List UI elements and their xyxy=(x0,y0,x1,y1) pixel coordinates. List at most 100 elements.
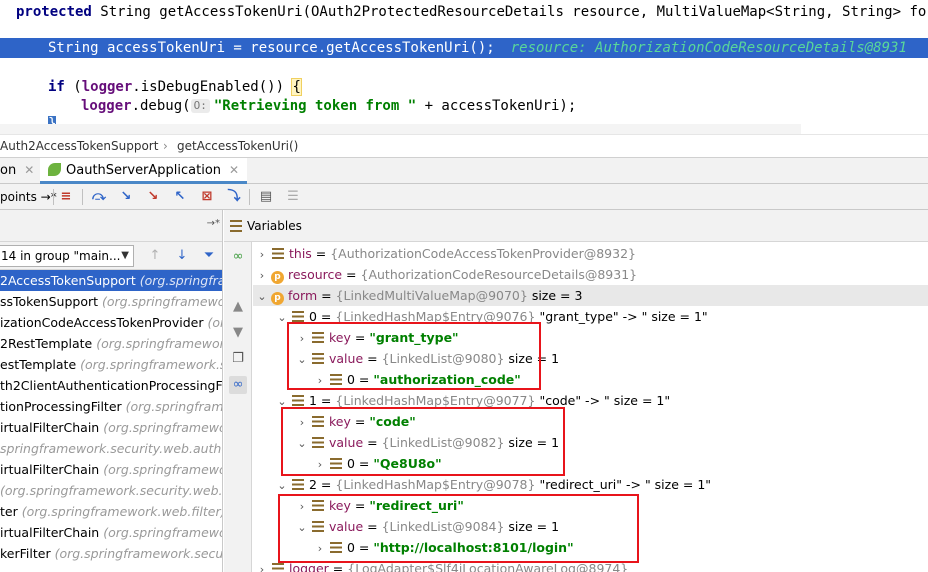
editor-empty-area xyxy=(801,124,928,134)
variable-equals: = xyxy=(316,477,336,492)
step-over-icon[interactable]: ⤼ xyxy=(90,188,108,206)
breadcrumb-class[interactable]: Auth2AccessTokenSupport xyxy=(0,135,158,157)
trace-current-stream-icon[interactable]: ☰ xyxy=(284,188,302,206)
breakpoints-tab-label[interactable]: points →* xyxy=(0,184,57,210)
chevron-down-icon[interactable]: ⌄ xyxy=(275,475,289,496)
frames-header: →* xyxy=(0,210,222,242)
breadcrumb-method[interactable]: getAccessTokenUri() xyxy=(177,135,298,157)
execution-point-line: String accessTokenUri = resource.getAcce… xyxy=(0,38,928,58)
variable-row[interactable]: › p resource = {AuthorizationCodeResourceD… xyxy=(253,264,637,285)
frame-method: 2AccessTokenSupport xyxy=(0,273,136,288)
variable-equals: = xyxy=(316,393,336,408)
field-ref: logger xyxy=(81,98,132,114)
frame-package: (org.springframework. xyxy=(103,420,222,435)
variable-row[interactable]: ⌄ 2 = {LinkedHashMap$Entry@9078} "redirec… xyxy=(253,474,711,495)
step-out-icon[interactable]: ↖ xyxy=(171,188,189,206)
force-step-into-icon[interactable]: ↘ xyxy=(144,188,162,206)
variable-name: 1 xyxy=(309,393,317,408)
frame-package: springframework.security.web.authentic xyxy=(0,441,222,456)
tab-oauth-server-application[interactable]: OauthServerApplication ✕ xyxy=(40,158,248,184)
frame-package: (org.springframework. xyxy=(103,462,222,477)
code-text: + accessTokenUri); xyxy=(416,98,577,114)
frame-method: ssTokenSupport xyxy=(0,294,99,309)
stack-frame[interactable]: 2AccessTokenSupport (org.springframe xyxy=(0,270,222,291)
copy-icon[interactable]: ❐ xyxy=(229,350,247,368)
frame-package: (org.springframework. xyxy=(103,525,222,540)
variable-row[interactable]: ⌄ p form = {LinkedMultiValueMap@9070} size… xyxy=(253,285,928,306)
variable-equals: = xyxy=(317,288,336,303)
variable-type: {AuthorizationCodeResourceDetails@8931} xyxy=(360,267,638,282)
new-watch-icon[interactable]: ∞ xyxy=(229,248,247,266)
code-editor[interactable]: protected String getAccessTokenUri(OAuth… xyxy=(0,0,928,134)
thread-selector[interactable]: 14 in group "main... ▼ xyxy=(0,245,134,267)
next-frame-icon[interactable]: ↓ xyxy=(174,247,190,265)
variable-name: resource xyxy=(288,267,343,282)
code-text: ( xyxy=(64,79,82,95)
chevron-right-icon[interactable]: › xyxy=(255,244,269,265)
filter-icon[interactable]: ⏷ xyxy=(201,247,217,265)
frame-method: kerFilter xyxy=(0,546,51,561)
frame-method: ter xyxy=(0,504,18,519)
annotation-box-redirect-uri xyxy=(278,494,639,563)
evaluate-expression-icon[interactable]: ▤ xyxy=(257,188,275,206)
chevron-right-icon[interactable]: › xyxy=(255,265,269,286)
stack-frame[interactable]: (org.springframework.security.web.csrf) xyxy=(0,480,223,501)
code-line-debug: logger.debug(O: "Retrieving token from " … xyxy=(81,96,576,116)
frame-package: (org.springframework.security.web.csrf) xyxy=(0,483,223,498)
stack-frame[interactable]: tionProcessingFilter (org.springframew xyxy=(0,396,222,417)
variable-type: {LinkedHashMap$Entry@9078} xyxy=(335,477,536,492)
run-to-cursor-icon[interactable]: ⤵ xyxy=(225,188,243,206)
code-line-if: if (logger.isDebugEnabled()) { xyxy=(48,77,302,97)
close-icon[interactable]: ✕ xyxy=(229,163,239,177)
move-up-icon[interactable]: ▲ xyxy=(229,298,247,316)
stack-frame[interactable]: 2RestTemplate (org.springframework. xyxy=(0,333,223,354)
variables-title: Variables xyxy=(247,219,302,233)
code-text: String accessTokenUri = resource.getAcce… xyxy=(48,40,495,56)
chevron-right-icon[interactable]: › xyxy=(255,559,269,572)
tab-label: on xyxy=(0,163,17,178)
thread-selector-row: 14 in group "main... ▼ ↑ ↓ ⏷ xyxy=(0,242,222,270)
breadcrumb: Auth2AccessTokenSupport › getAccessToken… xyxy=(0,134,928,158)
frame-package: (org.springframework. xyxy=(96,336,223,351)
variable-name: 2 xyxy=(309,477,317,492)
move-down-icon[interactable]: ▼ xyxy=(229,324,247,342)
stack-frame[interactable]: ter (org.springframework.web.filter) xyxy=(0,501,222,522)
tab-debug-previous[interactable]: on ✕ xyxy=(0,158,42,184)
stack-frame[interactable]: kerFilter (org.springframework.security. xyxy=(0,543,222,564)
stack-frame[interactable]: irtualFilterChain (org.springframework. xyxy=(0,417,222,438)
pin-icon[interactable]: →* xyxy=(207,218,220,229)
variable-detail: size = 3 xyxy=(527,288,583,303)
stack-frame[interactable]: ssTokenSupport (org.springframework xyxy=(0,291,222,312)
chevron-down-icon[interactable]: ⌄ xyxy=(255,286,269,307)
frame-method: izationCodeAccessTokenProvider xyxy=(0,315,204,330)
field-icon xyxy=(272,563,284,572)
drop-frame-icon[interactable]: ⊠ xyxy=(198,188,216,206)
toolbar-separator xyxy=(82,189,83,205)
step-into-icon[interactable]: ↘ xyxy=(117,188,135,206)
variable-type: {LinkedMultiValueMap@9070} xyxy=(335,288,528,303)
variables-header: Variables xyxy=(224,210,928,242)
close-icon[interactable]: ✕ xyxy=(24,163,34,177)
stack-frame[interactable]: irtualFilterChain (org.springframework. xyxy=(0,459,222,480)
variable-name: form xyxy=(288,288,318,303)
stack-frame[interactable]: springframework.security.web.authentic xyxy=(0,438,222,459)
field-icon xyxy=(292,479,304,490)
field-icon xyxy=(272,248,284,259)
show-execution-point-icon[interactable]: ≡ xyxy=(57,188,75,206)
frame-package: (org xyxy=(207,315,222,330)
editor-scroll-shade xyxy=(0,124,801,134)
variables-side-toolbar: ∞ ▲ ▼ ❐ ∞ xyxy=(224,242,252,572)
parameter-icon: p xyxy=(271,271,284,284)
previous-frame-icon[interactable]: ↑ xyxy=(147,247,163,265)
frame-method: irtualFilterChain xyxy=(0,420,100,435)
variable-row[interactable]: › this = {AuthorizationCodeAccessTokenPro… xyxy=(253,243,636,264)
stack-frame[interactable]: th2ClientAuthenticationProcessingFilter xyxy=(0,375,222,396)
stack-frame[interactable]: estTemplate (org.springframework.secu xyxy=(0,354,222,375)
stack-frame[interactable]: izationCodeAccessTokenProvider (org xyxy=(0,312,222,333)
stack-frame[interactable]: irtualFilterChain (org.springframework. xyxy=(0,522,222,543)
variable-detail: "redirect_uri" -> " size = 1" xyxy=(535,477,712,492)
code-text: String getAccessTokenUri(OAuth2Protected… xyxy=(91,4,928,20)
spring-boot-icon xyxy=(48,163,61,176)
code-line-signature: protected String getAccessTokenUri(OAuth… xyxy=(16,2,928,22)
watches-toggle-icon[interactable]: ∞ xyxy=(229,376,247,394)
